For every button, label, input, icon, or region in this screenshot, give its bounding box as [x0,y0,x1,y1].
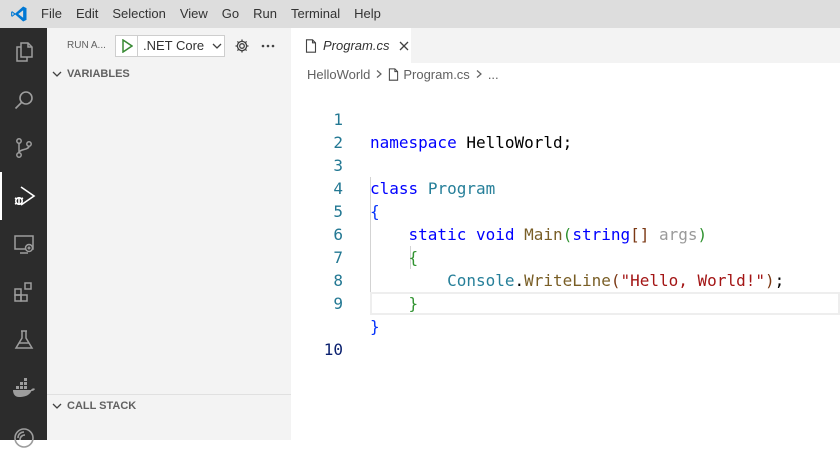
editor-area: Program.cs HelloWorld Program.cs ... 1 n… [291,28,840,440]
source-control-icon[interactable] [0,124,47,172]
start-debugging-button[interactable] [116,35,138,56]
call-stack-title: CALL STACK [67,400,137,412]
code-line: 2 [291,108,840,152]
chevron-right-icon [374,69,384,79]
chevron-down-icon [47,68,67,80]
editor-tab-bar: Program.cs [291,28,840,63]
code-line: 6 { [291,200,840,267]
explorer-icon[interactable] [0,28,47,76]
code-line: 1 namespace HelloWorld; [291,85,840,152]
code-editor[interactable]: 1 namespace HelloWorld; 2 3 class Progra… [291,85,840,440]
menu-edit[interactable]: Edit [69,0,105,28]
code-line: 8 } [291,246,840,313]
tab-program-cs[interactable]: Program.cs [291,28,411,63]
run-debug-icon[interactable] [0,172,47,220]
search-icon[interactable] [0,76,47,124]
code-line: 9 } [291,269,840,336]
menu-go[interactable]: Go [215,0,246,28]
code-line: 5 static void Main(string[] args) [291,177,840,244]
close-icon[interactable] [398,40,410,52]
menu-terminal[interactable]: Terminal [284,0,347,28]
breadcrumb-folder[interactable]: HelloWorld [307,67,370,82]
testing-icon[interactable] [0,316,47,364]
gear-icon[interactable] [231,35,253,57]
variables-section-header[interactable]: VARIABLES [47,63,291,85]
code-line: 4 { [291,154,840,221]
menu-view[interactable]: View [173,0,215,28]
call-stack-section-header[interactable]: CALL STACK [47,395,291,417]
menu-help[interactable]: Help [347,0,388,28]
variables-title: VARIABLES [67,68,130,80]
file-icon [305,38,317,53]
debug-config-name: .NET Core [143,38,205,53]
activity-bar [0,28,47,448]
breadcrumb-symbols[interactable]: ... [488,67,499,82]
title-bar: File Edit Selection View Go Run Terminal… [0,0,840,28]
remote-explorer-icon[interactable] [0,220,47,268]
code-line: 7 Console.WriteLine("Hello, World!"); [291,223,840,290]
live-share-icon[interactable] [0,412,47,460]
docker-icon[interactable] [0,364,47,412]
menu-run[interactable]: Run [246,0,284,28]
run-debug-sidebar: RUN A... .NET Core VARIABLES CALL STACK [47,28,291,440]
chevron-right-icon [474,69,484,79]
current-line-highlight [370,292,840,315]
vscode-logo-icon [4,0,34,28]
chevron-down-icon [211,40,223,52]
breadcrumb: HelloWorld Program.cs ... [291,63,840,85]
extensions-icon[interactable] [0,268,47,316]
more-actions-icon[interactable] [257,35,279,57]
debug-config-select[interactable]: .NET Core [115,34,225,57]
sidebar-header: RUN A... .NET Core [47,28,291,63]
file-icon [388,67,399,81]
code-line: 3 class Program [291,131,840,198]
menu-file[interactable]: File [34,0,69,28]
menu-selection[interactable]: Selection [105,0,172,28]
line-number: 10 [323,340,343,359]
code-line-current: 10 [291,292,840,359]
breadcrumb-file[interactable]: Program.cs [403,67,469,82]
code-token: } [370,317,380,336]
chevron-down-icon [47,400,67,412]
tab-label: Program.cs [323,38,390,53]
run-and-debug-title: RUN A... [67,40,106,51]
